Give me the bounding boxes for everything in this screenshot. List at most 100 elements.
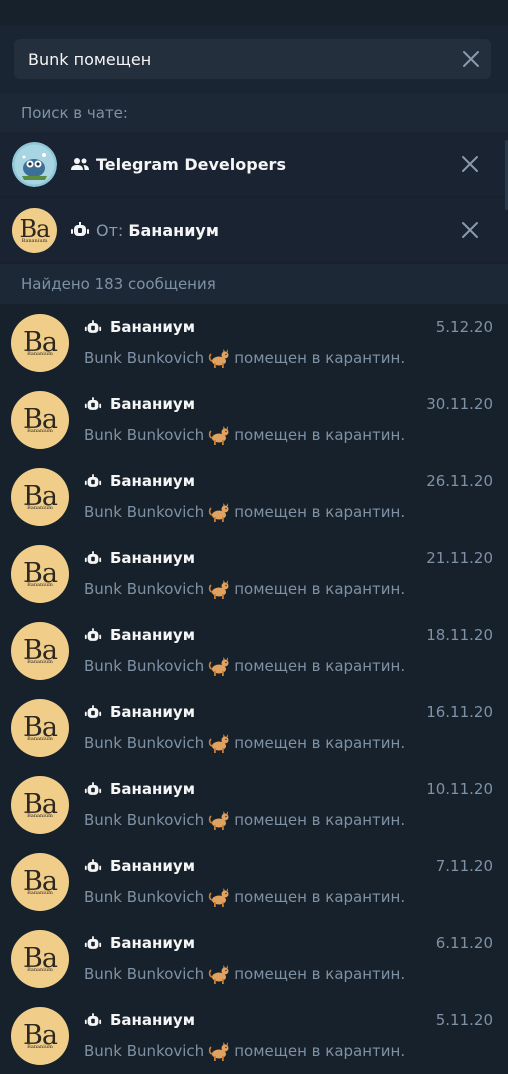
cat-emoji-icon — [209, 965, 229, 984]
avatar-sub-text: Bananium — [27, 736, 53, 742]
result-date: 6.11.20 — [435, 934, 493, 952]
cat-emoji-icon — [209, 888, 229, 907]
bananium-avatar: Ba Bananium — [11, 314, 69, 372]
search-result-row[interactable]: Ba Bananium Бананиум 5.12.20 Bunk Bunkov… — [0, 304, 508, 381]
remove-chat-filter-icon[interactable] — [460, 154, 480, 174]
results-count-header: Найдено 183 сообщения — [0, 264, 508, 304]
result-text-start: Bunk Bunkovich — [84, 580, 205, 598]
chat-filter-name: Telegram Developers — [96, 154, 286, 174]
search-result-row[interactable]: Ba Bananium Бананиум 6.11.20 Bunk Bunkov… — [0, 920, 508, 997]
result-text-end: помещен в карантин. — [234, 888, 406, 906]
search-results-list: Ba Bananium Бананиум 5.12.20 Bunk Bunkov… — [0, 304, 508, 1074]
avatar-sub-text: Bananium — [27, 351, 53, 357]
avatar-sub-text: Bananium — [27, 1044, 53, 1050]
bot-icon — [84, 473, 102, 487]
result-message-text: Bunk Bunkovich помещен в карантин. — [84, 579, 405, 599]
result-text-end: помещен в карантин. — [234, 349, 406, 367]
result-date: 18.11.20 — [426, 626, 493, 644]
telegram-developers-avatar — [12, 142, 57, 187]
bot-icon — [84, 781, 102, 795]
result-text-start: Bunk Bunkovich — [84, 657, 205, 675]
search-scope-header: Поиск в чате: — [0, 94, 508, 132]
result-sender: Бананиум — [84, 1011, 195, 1029]
result-sender: Бананиум — [84, 318, 195, 336]
avatar-sub-text: Bananium — [27, 505, 53, 511]
sender-filter-name: Бананиум — [128, 220, 219, 240]
avatar-sub-text: Bananium — [27, 813, 53, 819]
bananium-avatar: Ba Bananium — [11, 776, 69, 834]
cat-emoji-icon — [209, 426, 229, 445]
chat-filter[interactable]: Telegram Developers — [0, 132, 508, 196]
result-message-text: Bunk Bunkovich помещен в карантин. — [84, 656, 405, 676]
result-message-text: Bunk Bunkovich помещен в карантин. — [84, 964, 405, 984]
bananium-avatar: Ba Bananium — [11, 853, 69, 911]
result-message-text: Bunk Bunkovich помещен в карантин. — [84, 502, 405, 522]
search-box[interactable] — [14, 39, 491, 79]
bananium-avatar: Ba Bananium — [12, 208, 57, 253]
search-result-row[interactable]: Ba Bananium Бананиум 21.11.20 Bunk Bunko… — [0, 535, 508, 612]
search-result-row[interactable]: Ba Bananium Бананиум 5.11.20 Bunk Bunkov… — [0, 997, 508, 1074]
result-message-text: Bunk Bunkovich помещен в карантин. — [84, 810, 405, 830]
result-sender-name: Бананиум — [110, 626, 195, 644]
result-text-start: Bunk Bunkovich — [84, 734, 205, 752]
result-date: 26.11.20 — [426, 472, 493, 490]
result-text-end: помещен в карантин. — [234, 580, 406, 598]
result-text-end: помещен в карантин. — [234, 657, 406, 675]
search-result-row[interactable]: Ba Bananium Бананиум 18.11.20 Bunk Bunko… — [0, 612, 508, 689]
result-sender-name: Бананиум — [110, 472, 195, 490]
remove-sender-filter-icon[interactable] — [460, 220, 480, 240]
search-result-row[interactable]: Ba Bananium Бананиум 30.11.20 Bunk Bunko… — [0, 381, 508, 458]
search-result-row[interactable]: Ba Bananium Бананиум 26.11.20 Bunk Bunko… — [0, 458, 508, 535]
result-sender-name: Бананиум — [110, 703, 195, 721]
avatar-sub-text: Bananium — [27, 659, 53, 665]
sender-filter-label: От: Бананиум — [70, 198, 219, 262]
result-date: 10.11.20 — [426, 780, 493, 798]
cat-emoji-icon — [209, 811, 229, 830]
result-sender: Бананиум — [84, 934, 195, 952]
result-sender: Бананиум — [84, 549, 195, 567]
bot-icon — [84, 627, 102, 641]
search-input[interactable] — [28, 39, 448, 79]
result-date: 21.11.20 — [426, 549, 493, 567]
result-sender-name: Бананиум — [110, 857, 195, 875]
avatar-sub-text: Bananium — [21, 238, 48, 244]
result-message-text: Bunk Bunkovich помещен в карантин. — [84, 733, 405, 753]
search-result-row[interactable]: Ba Bananium Бананиум 10.11.20 Bunk Bunko… — [0, 766, 508, 843]
avatar-sub-text: Bananium — [27, 582, 53, 588]
result-message-text: Bunk Bunkovich помещен в карантин. — [84, 1041, 405, 1061]
result-sender-name: Бананиум — [110, 549, 195, 567]
bananium-avatar: Ba Bananium — [11, 699, 69, 757]
result-text-end: помещен в карантин. — [234, 1042, 406, 1060]
result-text-start: Bunk Bunkovich — [84, 965, 205, 983]
bot-icon — [84, 704, 102, 718]
search-result-row[interactable]: Ba Bananium Бананиум 7.11.20 Bunk Bunkov… — [0, 843, 508, 920]
result-text-end: помещен в карантин. — [234, 426, 406, 444]
cat-emoji-icon — [209, 1042, 229, 1061]
bananium-avatar: Ba Bananium — [11, 545, 69, 603]
cat-emoji-icon — [209, 657, 229, 676]
clear-search-icon[interactable] — [461, 49, 481, 69]
result-message-text: Bunk Bunkovich помещен в карантин. — [84, 887, 405, 907]
search-result-row[interactable]: Ba Bananium Бананиум 16.11.20 Bunk Bunko… — [0, 689, 508, 766]
cat-emoji-icon — [209, 580, 229, 599]
result-sender-name: Бананиум — [110, 1011, 195, 1029]
avatar-sub-text: Bananium — [27, 890, 53, 896]
bot-icon — [84, 1012, 102, 1026]
bot-icon — [84, 935, 102, 949]
result-date: 30.11.20 — [426, 395, 493, 413]
result-date: 16.11.20 — [426, 703, 493, 721]
result-date: 5.12.20 — [435, 318, 493, 336]
result-sender: Бананиум — [84, 395, 195, 413]
result-sender-name: Бананиум — [110, 318, 195, 336]
bot-icon — [84, 858, 102, 872]
bananium-avatar: Ba Bananium — [11, 622, 69, 680]
result-text-start: Bunk Bunkovich — [84, 503, 205, 521]
bananium-avatar: Ba Bananium — [11, 1007, 69, 1065]
sender-filter[interactable]: Ba Bananium От: Бананиум — [0, 198, 508, 262]
avatar-sub-text: Bananium — [27, 967, 53, 973]
result-sender: Бананиум — [84, 472, 195, 490]
top-bar — [0, 0, 508, 26]
result-date: 7.11.20 — [435, 857, 493, 875]
bot-icon — [84, 396, 102, 410]
bot-icon — [71, 222, 89, 236]
